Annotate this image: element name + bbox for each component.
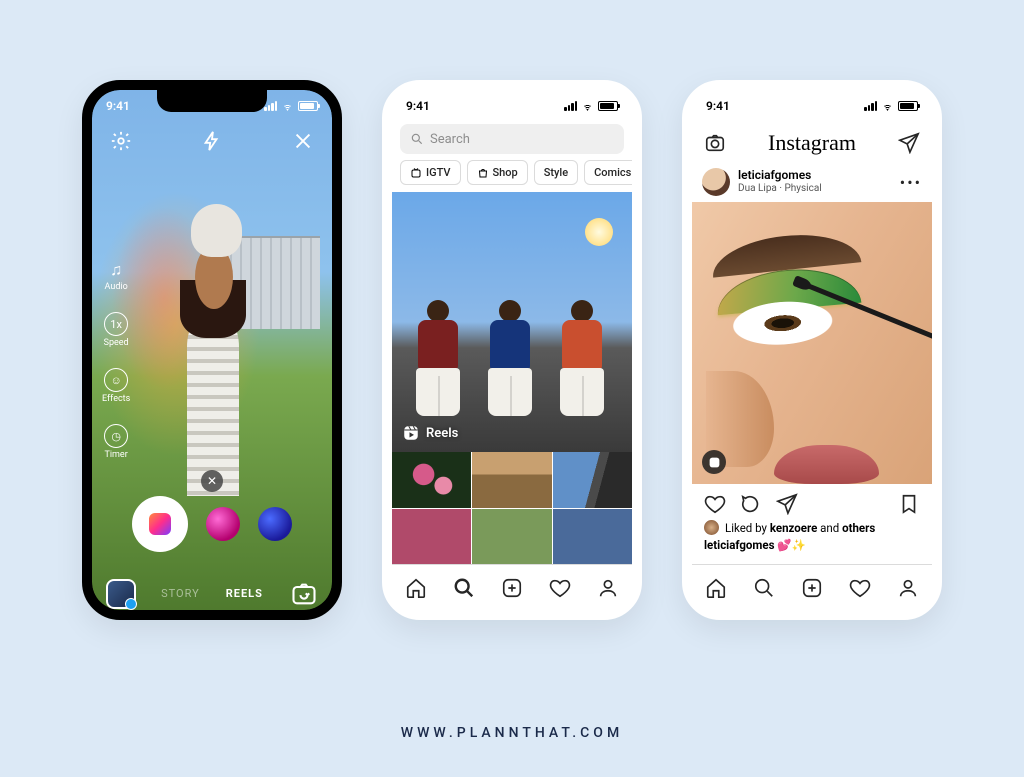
- bottom-nav: [692, 564, 932, 610]
- save-button[interactable]: [898, 493, 920, 515]
- battery-icon: [898, 101, 918, 111]
- nav-home[interactable]: [405, 577, 427, 599]
- nav-activity[interactable]: [849, 577, 871, 599]
- grid-item[interactable]: [472, 509, 551, 565]
- post-more-icon[interactable]: •••: [900, 173, 922, 192]
- post-audio[interactable]: Dua Lipa · Physical: [738, 183, 822, 195]
- chip-style[interactable]: Style: [534, 160, 578, 185]
- timer-tool[interactable]: ◷ Timer: [102, 424, 130, 460]
- phone-feed: 9:41 Instagram leticiafgo: [682, 80, 942, 620]
- nav-profile[interactable]: [597, 577, 619, 599]
- wifi-icon: [581, 101, 594, 111]
- effect-preset-2[interactable]: [258, 507, 292, 541]
- reels-badge: [702, 450, 726, 474]
- battery-icon: [598, 101, 618, 111]
- effects-tool[interactable]: ☺ Effects: [102, 368, 130, 404]
- reels-icon: [402, 424, 420, 442]
- nav-search[interactable]: [453, 577, 475, 599]
- nav-add[interactable]: [501, 577, 523, 599]
- nav-activity[interactable]: [549, 577, 571, 599]
- like-button[interactable]: [704, 493, 726, 515]
- nav-search[interactable]: [753, 577, 775, 599]
- search-icon: [410, 132, 424, 146]
- camera-icon[interactable]: [704, 132, 726, 154]
- grid-item[interactable]: [472, 452, 551, 508]
- wifi-icon: [881, 101, 894, 111]
- post-media[interactable]: [692, 202, 932, 484]
- tab-reels[interactable]: REELS: [226, 587, 263, 600]
- chip-shop[interactable]: Shop: [467, 160, 528, 185]
- music-icon: ♫: [110, 260, 122, 280]
- post-username[interactable]: leticiafgomes: [738, 169, 822, 183]
- effect-preset-1[interactable]: [206, 507, 240, 541]
- footer-url: WWW.PLANNTHAT.COM: [0, 725, 1024, 741]
- category-chips: IGTV Shop Style Comics TV & Movies: [392, 160, 632, 185]
- igtv-icon: [410, 167, 422, 179]
- bottom-nav: [392, 564, 632, 610]
- settings-icon[interactable]: [110, 130, 132, 152]
- shop-icon: [477, 167, 489, 179]
- effects-icon: ☺: [104, 368, 128, 392]
- share-button[interactable]: [776, 493, 798, 515]
- wifi-icon: [281, 101, 294, 111]
- battery-icon: [298, 101, 318, 111]
- search-input[interactable]: Search: [400, 124, 624, 154]
- avatar[interactable]: [702, 168, 730, 196]
- flip-camera-icon[interactable]: [290, 580, 318, 608]
- grid-item[interactable]: [553, 509, 632, 565]
- speed-icon: 1x: [104, 312, 128, 336]
- clock: 9:41: [706, 99, 730, 113]
- grid-item[interactable]: [392, 509, 471, 565]
- gallery-button[interactable]: [106, 579, 136, 609]
- close-icon[interactable]: [292, 130, 314, 152]
- chip-comics[interactable]: Comics: [584, 160, 632, 185]
- nav-home[interactable]: [705, 577, 727, 599]
- phone-explore: 9:41 Search IGTV Shop: [382, 80, 642, 620]
- reels-icon: [149, 513, 171, 535]
- delete-clip-button[interactable]: ✕: [201, 470, 223, 492]
- comment-button[interactable]: [740, 493, 762, 515]
- clock: 9:41: [406, 99, 430, 113]
- grid-item[interactable]: [553, 452, 632, 508]
- liker-avatar: [704, 520, 719, 535]
- timer-icon: ◷: [104, 424, 128, 448]
- nav-profile[interactable]: [897, 577, 919, 599]
- explore-grid: [392, 452, 632, 564]
- nav-add[interactable]: [801, 577, 823, 599]
- grid-item[interactable]: [392, 452, 471, 508]
- direct-icon[interactable]: [898, 132, 920, 154]
- chip-igtv[interactable]: IGTV: [400, 160, 461, 185]
- explore-hero[interactable]: Reels: [392, 192, 632, 452]
- tab-story[interactable]: STORY: [161, 587, 200, 600]
- audio-tool[interactable]: ♫ Audio: [102, 260, 130, 292]
- speed-tool[interactable]: 1x Speed: [102, 312, 130, 348]
- likes-row[interactable]: Liked by kenzoere and others: [704, 520, 920, 535]
- reels-label: Reels: [402, 424, 458, 442]
- clock: 9:41: [106, 99, 130, 113]
- shutter-button[interactable]: [132, 496, 188, 552]
- phone-reels-camera: 9:41 ♫: [82, 80, 342, 620]
- caption-row[interactable]: leticiafgomes 💕✨: [704, 538, 806, 552]
- instagram-wordmark: Instagram: [768, 130, 856, 156]
- flash-icon[interactable]: [201, 130, 223, 152]
